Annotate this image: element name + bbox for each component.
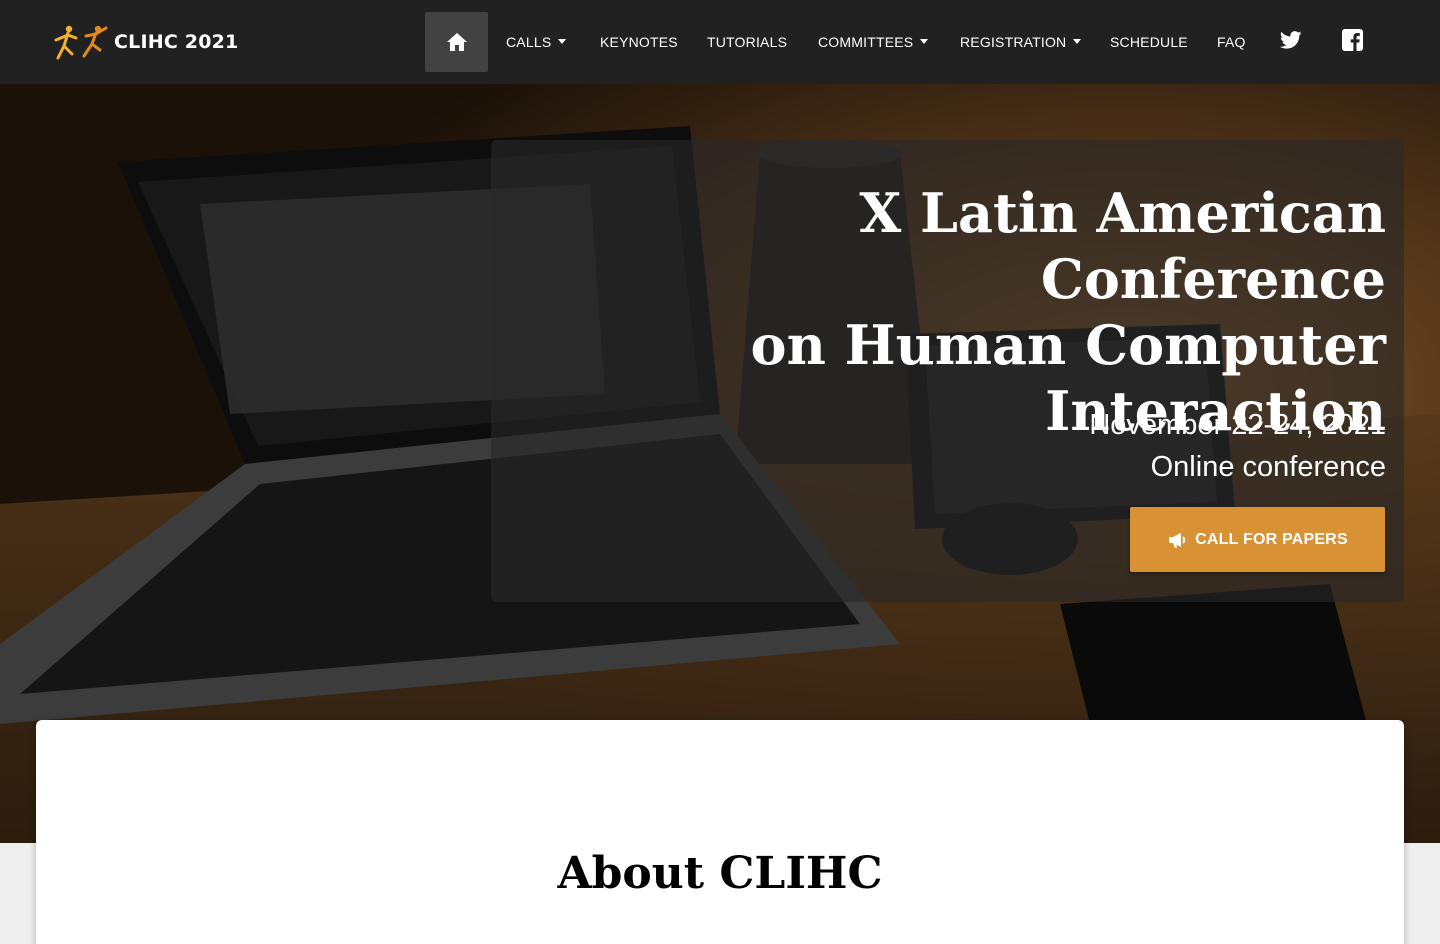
nav-committees[interactable]: COMMITTEES xyxy=(818,0,929,84)
chevron-down-icon xyxy=(920,38,929,44)
megaphone-icon xyxy=(1169,532,1186,548)
top-navbar: CLIHC 2021 CALLS KEYNOTES TUTORIALS COMM… xyxy=(0,0,1440,84)
about-title: About CLIHC xyxy=(557,848,883,899)
chevron-down-icon xyxy=(1073,38,1082,44)
nav-keynotes[interactable]: KEYNOTES xyxy=(600,0,678,84)
nav-registration-label: REGISTRATION xyxy=(960,34,1067,50)
nav-schedule-label: SCHEDULE xyxy=(1110,34,1188,50)
call-for-papers-label: CALL FOR PAPERS xyxy=(1195,530,1348,548)
nav-tutorials[interactable]: TUTORIALS xyxy=(707,0,787,84)
nav-committees-label: COMMITTEES xyxy=(818,34,914,50)
nav-faq-label: FAQ xyxy=(1217,34,1246,50)
title-line-2: on Human Computer xyxy=(750,313,1386,377)
nav-home-button[interactable] xyxy=(425,12,488,72)
hero-info-panel: X Latin American Conference on Human Com… xyxy=(491,140,1404,602)
facebook-icon[interactable] xyxy=(1342,29,1363,51)
conference-date: November 22-24, 2021 xyxy=(1089,409,1386,441)
about-card: About CLIHC xyxy=(36,720,1404,944)
chevron-down-icon xyxy=(558,38,567,44)
nav-schedule[interactable]: SCHEDULE xyxy=(1110,0,1188,84)
home-icon xyxy=(446,33,467,51)
nav-registration[interactable]: REGISTRATION xyxy=(960,0,1082,84)
nav-calls[interactable]: CALLS xyxy=(506,0,567,84)
nav-calls-label: CALLS xyxy=(506,34,552,50)
conference-details: November 22-24, 2021 Online conference xyxy=(1089,404,1386,488)
brand-name: CLIHC 2021 xyxy=(114,31,239,53)
title-line-1: X Latin American Conference xyxy=(859,181,1386,311)
call-for-papers-button[interactable]: CALL FOR PAPERS xyxy=(1130,507,1385,572)
brand-link[interactable]: CLIHC 2021 xyxy=(52,20,238,64)
twitter-icon[interactable] xyxy=(1280,31,1302,49)
nav-keynotes-label: KEYNOTES xyxy=(600,34,678,50)
clihc-logo-icon xyxy=(54,25,108,60)
nav-faq[interactable]: FAQ xyxy=(1217,0,1246,84)
nav-tutorials-label: TUTORIALS xyxy=(707,34,788,50)
conference-format: Online conference xyxy=(1150,451,1386,483)
